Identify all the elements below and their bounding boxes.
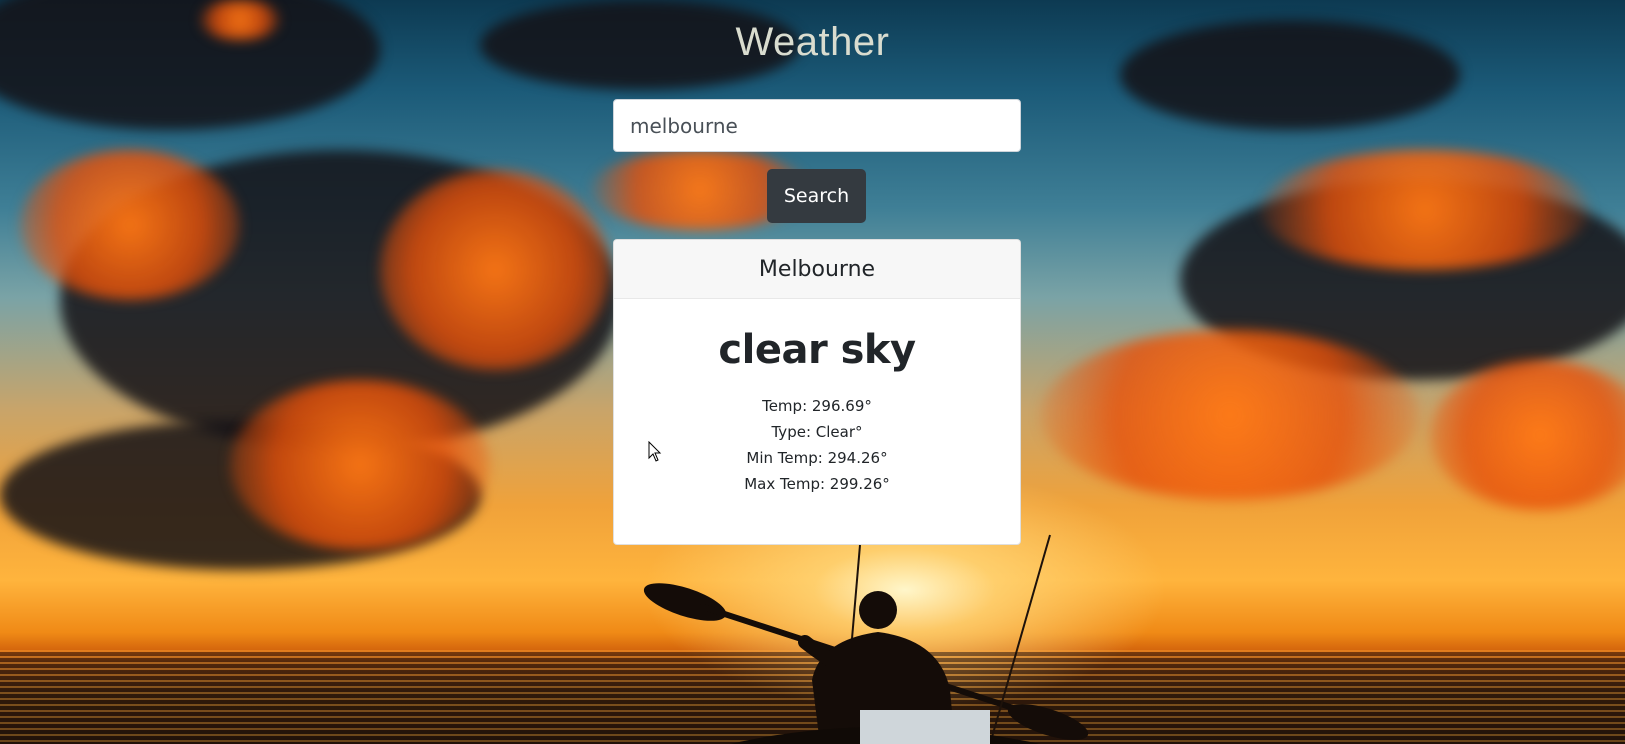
city-name: Melbourne: [614, 240, 1020, 299]
city-search-input[interactable]: [613, 99, 1021, 152]
weather-result-card: Melbourne clear sky Temp: 296.69° Type: …: [613, 239, 1021, 545]
min-temp-value: Min Temp: 294.26°: [746, 449, 888, 467]
search-button[interactable]: Search: [767, 169, 866, 223]
weather-details: clear sky Temp: 296.69° Type: Clear° Min…: [614, 299, 1020, 497]
app-title: Weather: [735, 20, 890, 64]
temp-value: Temp: 296.69°: [762, 397, 872, 415]
mouse-pointer-icon: [648, 441, 662, 462]
max-temp-value: Max Temp: 299.26°: [744, 475, 890, 493]
weather-description: clear sky: [718, 327, 916, 373]
weather-type: Type: Clear°: [771, 423, 863, 441]
